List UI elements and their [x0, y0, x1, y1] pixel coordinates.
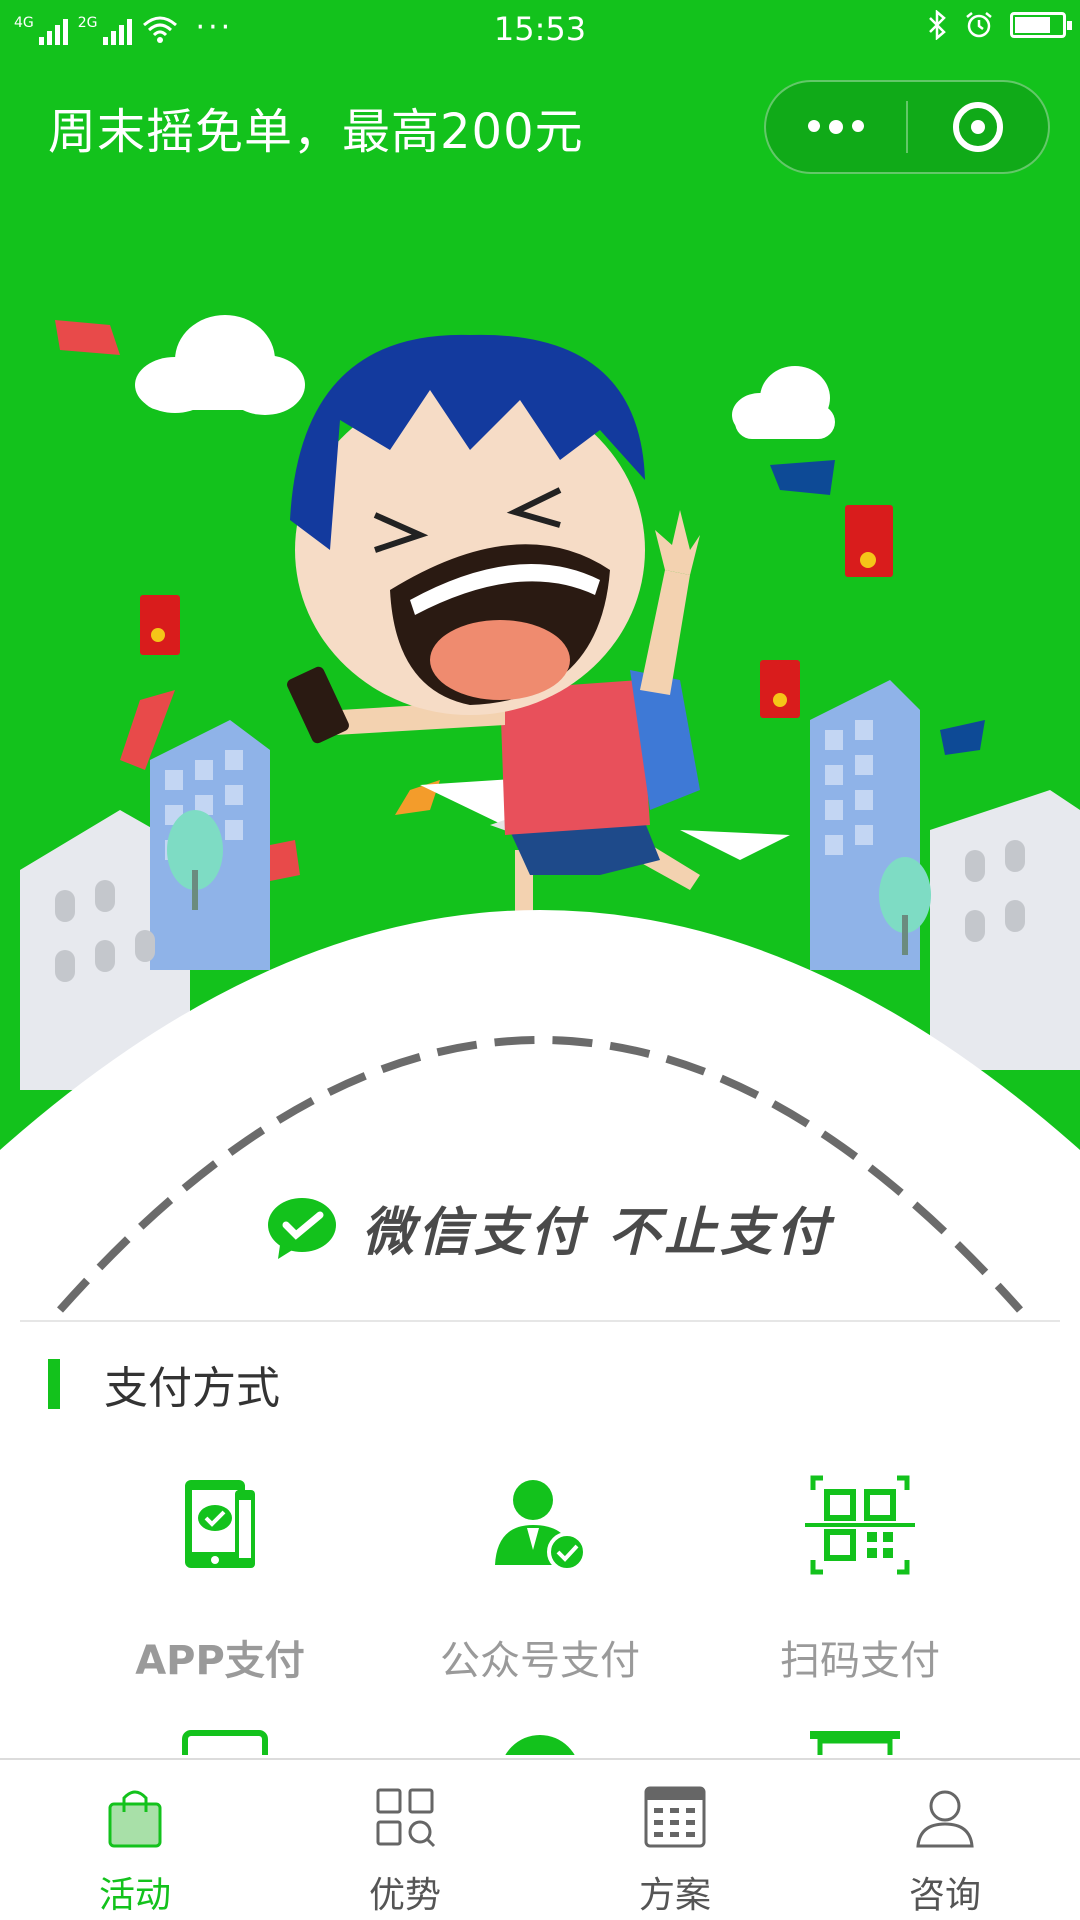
grid-search-icon — [376, 1788, 436, 1848]
wechat-pay-logo-icon — [268, 1197, 336, 1259]
cloud-icon — [732, 366, 835, 439]
status-bar: 4G 2G ··· 15:53 — [0, 0, 1080, 62]
tab-label: 优势 — [368, 1875, 441, 1916]
red-envelope-icon — [760, 660, 800, 718]
status-time: 15:53 — [493, 10, 587, 48]
app-page: 4G 2G ··· 15:53 周末摇免单，最高200元 微信支付 不止支付 支… — [0, 0, 1080, 1920]
mini-program-capsule — [764, 80, 1050, 174]
paper-flake — [55, 320, 120, 355]
section-header: 支付方式 — [48, 1352, 280, 1416]
payment-item-qr[interactable]: 扫码支付 — [700, 1470, 1020, 1686]
paper-flake — [940, 720, 985, 755]
slogan: 微信支付 不止支付 — [266, 1190, 832, 1265]
payment-item-official-account[interactable]: 公众号支付 — [380, 1470, 700, 1686]
tab-activity[interactable]: 活动 — [0, 1760, 270, 1920]
bluetooth-icon — [929, 10, 946, 40]
more-options-button[interactable] — [766, 120, 906, 134]
section-accent-bar — [48, 1359, 60, 1409]
alarm-clock-icon — [966, 12, 992, 38]
battery-icon — [1010, 12, 1072, 38]
status-right — [926, 10, 1072, 40]
tab-consult[interactable]: 咨询 — [810, 1760, 1080, 1920]
section-divider — [20, 1320, 1060, 1322]
red-envelope-icon — [140, 595, 180, 655]
cartoon-boy-illustration — [287, 334, 700, 930]
official-account-pay-icon — [495, 1480, 587, 1572]
tab-label: 活动 — [98, 1875, 171, 1916]
tab-advantage[interactable]: 优势 — [270, 1760, 540, 1920]
payment-methods-row2-partial — [0, 1725, 1080, 1755]
calendar-table-icon — [644, 1786, 706, 1848]
close-mini-program-button[interactable] — [908, 102, 1048, 152]
paper-plane-icon — [680, 830, 790, 860]
hero-banner: 4G 2G ··· 15:53 周末摇免单，最高200元 微信支付 不止支付 — [0, 0, 1080, 1320]
bottom-tab-bar: 活动 优势 方案 咨询 — [0, 1758, 1080, 1920]
tab-label: 方案 — [638, 1875, 711, 1916]
phone-pay-icon — [185, 1480, 255, 1568]
payment-label: APP支付 — [135, 1638, 305, 1684]
page-title: 周末摇免单，最高200元 — [48, 104, 584, 160]
slogan-text: 微信支付 不止支付 — [362, 1203, 833, 1263]
red-envelope-icon — [845, 505, 893, 577]
shopping-bag-icon — [108, 1790, 162, 1848]
tab-label: 咨询 — [908, 1875, 981, 1916]
payment-item-app[interactable]: APP支付 — [60, 1470, 380, 1686]
qr-scan-pay-icon — [805, 1475, 915, 1575]
banner-illustration — [0, 315, 1080, 1320]
paper-flake — [770, 460, 835, 495]
payment-label: 公众号支付 — [440, 1638, 640, 1684]
cloud-icon — [135, 315, 305, 415]
payment-label: 扫码支付 — [780, 1638, 940, 1684]
user-icon — [916, 1790, 974, 1848]
tab-plan[interactable]: 方案 — [540, 1760, 810, 1920]
section-title: 支付方式 — [104, 1363, 280, 1414]
